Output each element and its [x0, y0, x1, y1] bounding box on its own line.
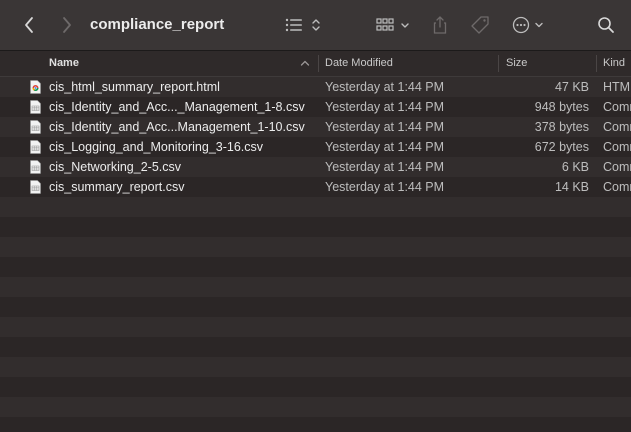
- csv-document-icon: [30, 120, 41, 134]
- file-date: Yesterday at 1:44 PM: [325, 140, 445, 154]
- column-header: Name Date Modified Size Kind: [0, 51, 631, 77]
- file-row[interactable]: cis_Logging_and_Monitoring_3-16.csv Yest…: [0, 137, 631, 157]
- csv-document-icon: [30, 180, 41, 194]
- file-row[interactable]: cis_Identity_and_Acc..._Management_1-8.c…: [0, 97, 631, 117]
- column-date-label: Date Modified: [325, 57, 393, 69]
- file-size: 6 KB: [561, 160, 589, 174]
- file-name: cis_html_summary_report.html: [49, 80, 220, 94]
- empty-row: [0, 377, 631, 397]
- file-size: 14 KB: [554, 180, 589, 194]
- file-row[interactable]: cis_Networking_2-5.csv Yesterday at 1:44…: [0, 157, 631, 177]
- column-header-name[interactable]: Name: [49, 51, 310, 76]
- file-kind: HTML: [603, 80, 631, 94]
- csv-document-icon: [30, 140, 41, 154]
- file-name: cis_Identity_and_Acc..._Management_1-8.c…: [49, 100, 305, 114]
- empty-row: [0, 337, 631, 357]
- empty-row: [0, 317, 631, 337]
- tag-icon: [471, 16, 489, 34]
- file-name: cis_summary_report.csv: [49, 180, 185, 194]
- empty-row: [0, 297, 631, 317]
- file-row[interactable]: cis_summary_report.csv Yesterday at 1:44…: [0, 177, 631, 197]
- file-date: Yesterday at 1:44 PM: [325, 120, 445, 134]
- column-header-kind[interactable]: Kind: [603, 51, 631, 76]
- search-icon: [598, 17, 614, 33]
- search-button[interactable]: [594, 0, 618, 50]
- file-row[interactable]: cis_html_summary_report.html Yesterday a…: [0, 77, 631, 97]
- chevron-up-icon: [300, 60, 310, 66]
- empty-row: [0, 417, 631, 432]
- column-divider[interactable]: [498, 55, 499, 72]
- file-size: 948 bytes: [534, 100, 589, 114]
- empty-row: [0, 197, 631, 217]
- column-header-date[interactable]: Date Modified: [325, 51, 495, 76]
- chevron-left-icon: [25, 17, 33, 33]
- column-header-size[interactable]: Size: [506, 51, 591, 76]
- file-size: 47 KB: [554, 80, 589, 94]
- file-date: Yesterday at 1:44 PM: [325, 80, 445, 94]
- csv-document-icon: [30, 100, 41, 114]
- file-date: Yesterday at 1:44 PM: [325, 160, 445, 174]
- file-size: 672 bytes: [534, 140, 589, 154]
- file-name: cis_Identity_and_Acc...Management_1-10.c…: [49, 120, 305, 134]
- chrome-document-icon: [30, 80, 41, 94]
- column-name-label: Name: [49, 57, 79, 69]
- column-divider[interactable]: [596, 55, 597, 72]
- more-actions-button[interactable]: [509, 0, 549, 50]
- share-button[interactable]: [430, 0, 450, 50]
- file-date: Yesterday at 1:44 PM: [325, 100, 445, 114]
- file-kind: Comma: [603, 160, 631, 174]
- list-view-button[interactable]: [283, 0, 325, 50]
- file-size: 378 bytes: [534, 120, 589, 134]
- chevron-right-icon: [63, 17, 71, 33]
- empty-row: [0, 237, 631, 257]
- file-name: cis_Logging_and_Monitoring_3-16.csv: [49, 140, 264, 154]
- empty-row: [0, 277, 631, 297]
- empty-row: [0, 397, 631, 417]
- empty-row: [0, 217, 631, 237]
- list-view-icon: [285, 18, 320, 32]
- file-list: cis_html_summary_report.html Yesterday a…: [0, 77, 631, 432]
- column-divider[interactable]: [318, 55, 319, 72]
- file-name: cis_Networking_2-5.csv: [49, 160, 181, 174]
- forward-button[interactable]: [56, 0, 78, 50]
- file-kind: Comma: [603, 180, 631, 194]
- ellipsis-circle-icon: [512, 16, 543, 34]
- file-kind: Comma: [603, 100, 631, 114]
- empty-row: [0, 257, 631, 277]
- file-kind: Comma: [603, 140, 631, 154]
- tag-button[interactable]: [468, 0, 492, 50]
- column-size-label: Size: [506, 57, 528, 69]
- csv-document-icon: [30, 160, 41, 174]
- toolbar: compliance_report: [0, 0, 631, 51]
- file-date: Yesterday at 1:44 PM: [325, 180, 445, 194]
- file-kind: Comma: [603, 120, 631, 134]
- column-kind-label: Kind: [603, 57, 626, 69]
- empty-row: [0, 357, 631, 377]
- share-icon: [433, 16, 447, 34]
- back-button[interactable]: [18, 0, 40, 50]
- file-row[interactable]: cis_Identity_and_Acc...Management_1-10.c…: [0, 117, 631, 137]
- grid-view-icon: [376, 18, 409, 31]
- group-by-button[interactable]: [373, 0, 413, 50]
- window-title: compliance_report: [90, 16, 225, 33]
